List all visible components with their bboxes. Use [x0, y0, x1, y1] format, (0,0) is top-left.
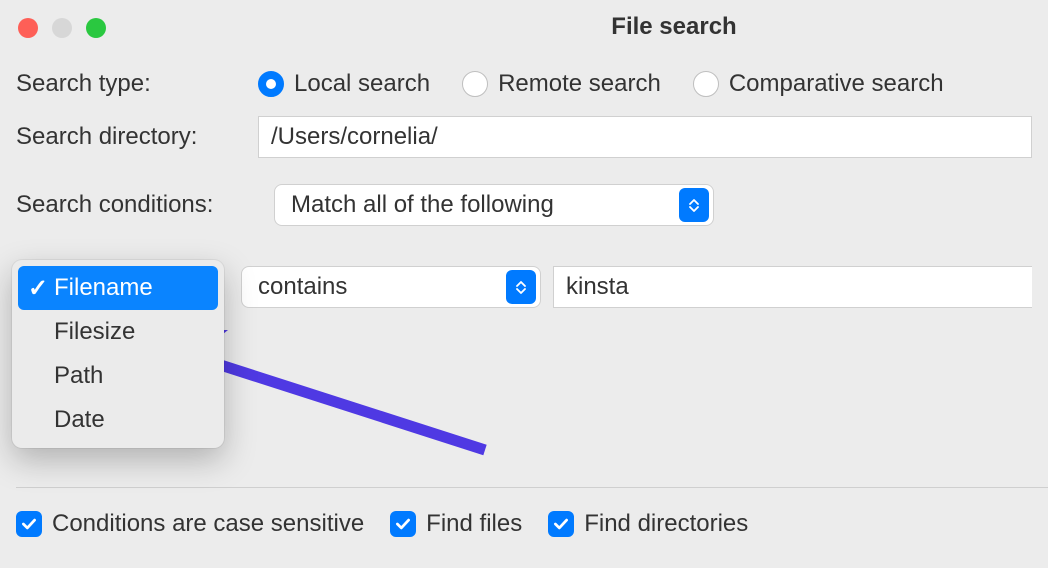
match-mode-select[interactable]: Match all of the following: [274, 184, 714, 226]
maximize-window-button[interactable]: [86, 18, 106, 38]
operator-value: contains: [258, 273, 347, 301]
traffic-lights: [18, 18, 106, 38]
search-directory-label: Search directory:: [16, 123, 246, 151]
radio-local-search[interactable]: Local search: [258, 70, 430, 98]
search-conditions-label: Search conditions:: [16, 191, 262, 219]
radio-icon: [462, 71, 488, 97]
footer-options: Conditions are case sensitive Find files…: [16, 510, 748, 538]
annotation-arrow-icon: [185, 330, 505, 470]
checkbox-find-directories[interactable]: Find directories: [548, 510, 748, 538]
chevron-up-down-icon: [506, 270, 536, 304]
condition-value-input[interactable]: [553, 266, 1032, 308]
checkbox-label: Find files: [426, 510, 522, 538]
checkbox-find-files[interactable]: Find files: [390, 510, 522, 538]
search-conditions-row: Search conditions: Match all of the foll…: [16, 184, 1032, 226]
search-type-radio-group: Local search Remote search Comparative s…: [258, 70, 944, 98]
checkmark-icon: [16, 511, 42, 537]
checkmark-icon: [548, 511, 574, 537]
operator-select[interactable]: contains: [241, 266, 541, 308]
titlebar: File search: [0, 0, 1048, 54]
chevron-up-down-icon: [679, 188, 709, 222]
checkbox-case-sensitive[interactable]: Conditions are case sensitive: [16, 510, 364, 538]
radio-remote-search[interactable]: Remote search: [462, 70, 661, 98]
dropdown-item-filename[interactable]: Filename: [18, 266, 218, 310]
divider: [16, 487, 1048, 488]
checkbox-label: Find directories: [584, 510, 748, 538]
search-directory-input[interactable]: [258, 116, 1032, 158]
radio-label: Remote search: [498, 70, 661, 98]
dropdown-item-date[interactable]: Date: [18, 398, 218, 442]
condition-row: contains: [241, 266, 1032, 308]
checkmark-icon: [390, 511, 416, 537]
close-window-button[interactable]: [18, 18, 38, 38]
radio-icon: [258, 71, 284, 97]
radio-comparative-search[interactable]: Comparative search: [693, 70, 944, 98]
radio-label: Local search: [294, 70, 430, 98]
radio-label: Comparative search: [729, 70, 944, 98]
radio-icon: [693, 71, 719, 97]
dropdown-item-path[interactable]: Path: [18, 354, 218, 398]
match-mode-value: Match all of the following: [291, 191, 554, 219]
window-title: File search: [300, 13, 1048, 41]
checkbox-label: Conditions are case sensitive: [52, 510, 364, 538]
minimize-window-button[interactable]: [52, 18, 72, 38]
search-type-label: Search type:: [16, 70, 246, 98]
search-type-row: Search type: Local search Remote search …: [16, 70, 1032, 98]
field-dropdown: Filename Filesize Path Date: [12, 260, 224, 448]
dropdown-item-filesize[interactable]: Filesize: [18, 310, 218, 354]
search-directory-row: Search directory:: [16, 116, 1032, 158]
